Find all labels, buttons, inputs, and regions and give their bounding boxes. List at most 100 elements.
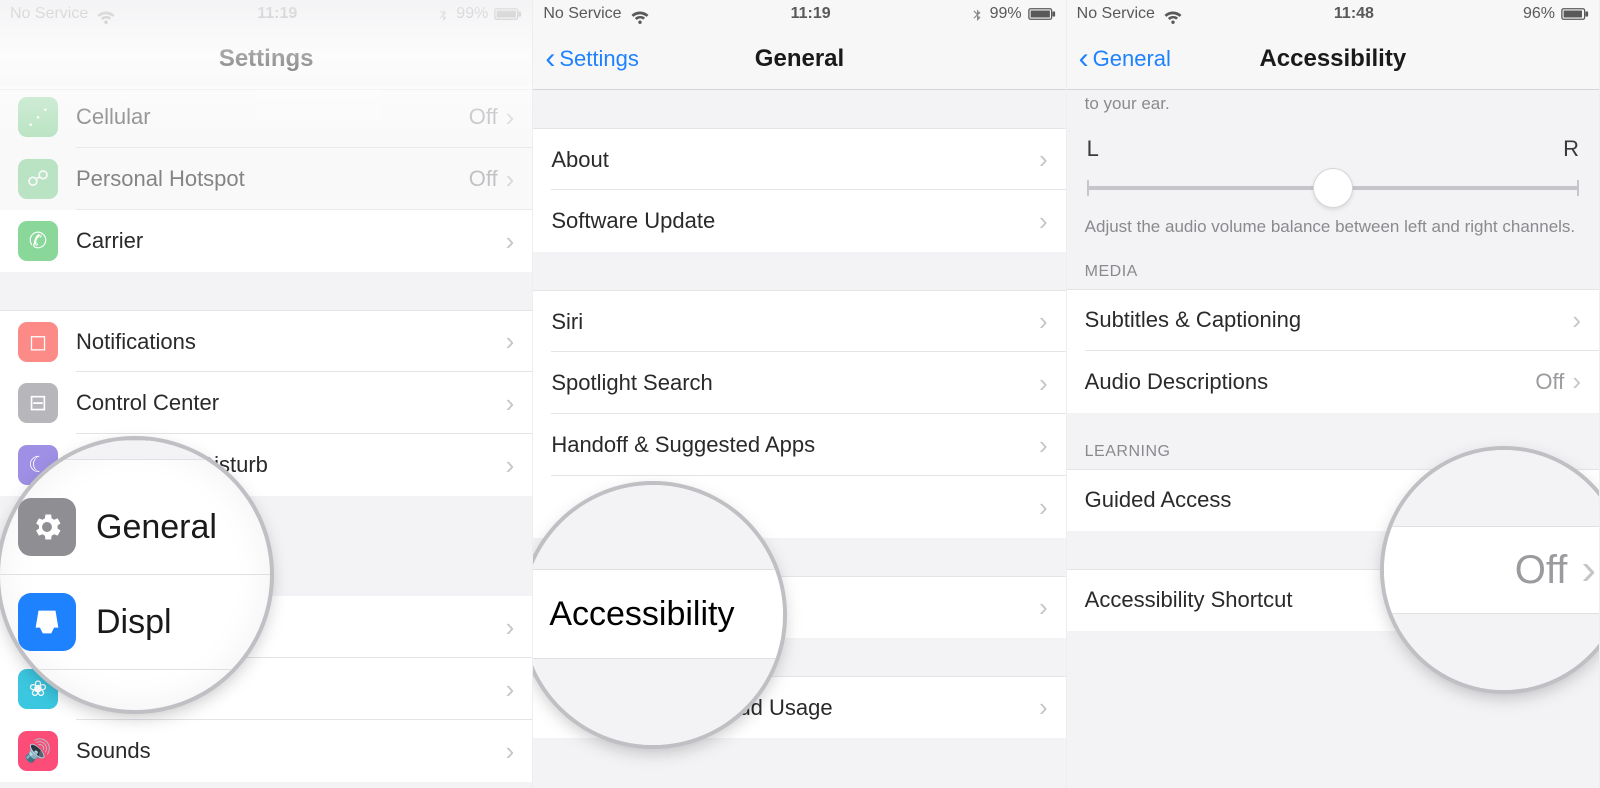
chevron-right-icon: › xyxy=(1572,366,1581,397)
row-label: Subtitles & Captioning xyxy=(1085,307,1573,333)
balance-footer: Adjust the audio volume balance between … xyxy=(1067,206,1599,245)
display-icon xyxy=(18,593,76,651)
chevron-right-icon: › xyxy=(1039,368,1048,399)
slider-track[interactable] xyxy=(1087,186,1579,190)
row-notifications[interactable]: ◻ Notifications › xyxy=(0,310,532,372)
row-value: Off xyxy=(469,104,498,130)
chevron-right-icon: › xyxy=(1039,592,1048,623)
mag-label: Accessibility xyxy=(549,595,734,634)
row-handoff[interactable]: Handoff & Suggested Apps › xyxy=(533,414,1065,476)
battery-icon xyxy=(1028,7,1056,21)
phone-icon: ✆ xyxy=(18,221,58,261)
chevron-right-icon: › xyxy=(506,326,515,357)
row-audio-descriptions[interactable]: Audio Descriptions Off › xyxy=(1067,351,1599,413)
status-bar: No Service 11:19 99% xyxy=(0,0,532,28)
chevron-right-icon: › xyxy=(506,674,515,705)
row-siri[interactable]: Siri › xyxy=(533,290,1065,352)
row-control-center[interactable]: ⊟ Control Center › xyxy=(0,372,532,434)
cellular-icon: ⋰ xyxy=(18,97,58,137)
chevron-right-icon: › xyxy=(506,388,515,419)
chevron-right-icon: › xyxy=(506,164,515,195)
row-subtitles-captioning[interactable]: Subtitles & Captioning › xyxy=(1067,289,1599,351)
cut-footer-text: to your ear. xyxy=(1067,90,1599,118)
chevron-right-icon: › xyxy=(1039,206,1048,237)
screen-settings: No Service 11:19 99% Settings ⋰ Cellular… xyxy=(0,0,533,788)
nav-bar: ‹ Settings General xyxy=(533,28,1065,90)
status-time: 11:48 xyxy=(1334,5,1374,23)
chevron-right-icon: › xyxy=(506,736,515,767)
sounds-icon: 🔊 xyxy=(18,731,58,771)
status-time: 11:19 xyxy=(257,5,297,23)
mag-row-accessibility: Accessibility xyxy=(533,569,783,659)
row-software-update[interactable]: Software Update › xyxy=(533,190,1065,252)
nav-title: General xyxy=(755,45,844,73)
nav-back-button[interactable]: ‹ Settings xyxy=(545,44,639,74)
nav-back-label: Settings xyxy=(559,46,639,72)
nav-title: Accessibility xyxy=(1259,45,1406,73)
nav-title: Settings xyxy=(219,45,314,73)
mag-value: Off xyxy=(1515,548,1568,593)
chevron-left-icon: ‹ xyxy=(1079,44,1089,74)
battery-text: 96% xyxy=(1523,5,1555,23)
chevron-right-icon: › xyxy=(1039,144,1048,175)
row-label: Notifications xyxy=(76,329,506,355)
magnifier-general: General Displ xyxy=(0,440,270,710)
row-spotlight-search[interactable]: Spotlight Search › xyxy=(533,352,1065,414)
carrier-text: No Service xyxy=(1077,5,1155,23)
chevron-right-icon: › xyxy=(1572,305,1581,336)
chevron-right-icon: › xyxy=(506,450,515,481)
carrier-text: No Service xyxy=(543,5,621,23)
row-label: Carrier xyxy=(76,228,506,254)
wifi-icon xyxy=(94,2,118,26)
chevron-right-icon: › xyxy=(506,226,515,257)
balance-left-label: L xyxy=(1087,136,1099,162)
control-center-icon: ⊟ xyxy=(18,383,58,423)
battery-icon xyxy=(1561,7,1589,21)
mag-label: General xyxy=(96,508,217,547)
battery-icon xyxy=(494,7,522,21)
row-label: Audio Descriptions xyxy=(1085,369,1536,395)
row-label: Spotlight Search xyxy=(551,370,1039,396)
chevron-right-icon: › xyxy=(1039,692,1048,723)
chevron-right-icon: › xyxy=(1581,545,1596,595)
chevron-right-icon: › xyxy=(1039,492,1048,523)
chevron-right-icon: › xyxy=(1039,430,1048,461)
row-personal-hotspot[interactable]: ☍ Personal Hotspot Off › xyxy=(0,148,532,210)
row-cellular[interactable]: ⋰ Cellular Off › xyxy=(0,86,532,148)
balance-right-label: R xyxy=(1563,136,1579,162)
mag-row-guided-off: Off › xyxy=(1384,526,1600,614)
battery-text: 99% xyxy=(456,5,488,23)
row-carrier[interactable]: ✆ Carrier › xyxy=(0,210,532,272)
battery-text: 99% xyxy=(990,5,1022,23)
status-time: 11:19 xyxy=(791,5,831,23)
row-label: Siri xyxy=(551,309,1039,335)
mag-label: Displ xyxy=(96,603,172,642)
row-label: Cellular xyxy=(76,104,469,130)
chevron-right-icon: › xyxy=(1039,306,1048,337)
audio-balance-slider[interactable]: L R xyxy=(1067,118,1599,206)
nav-back-button[interactable]: ‹ General xyxy=(1079,44,1171,74)
status-bar: No Service 11:19 99% xyxy=(533,0,1065,28)
nav-bar: Settings xyxy=(0,28,532,90)
hotspot-icon: ☍ xyxy=(18,159,58,199)
status-bar: No Service 11:48 96% xyxy=(1067,0,1599,28)
media-header: MEDIA xyxy=(1067,245,1599,289)
chevron-left-icon: ‹ xyxy=(545,44,555,74)
row-label: Sounds xyxy=(76,738,506,764)
row-about[interactable]: About › xyxy=(533,128,1065,190)
slider-thumb[interactable] xyxy=(1313,168,1353,208)
wifi-icon xyxy=(628,2,652,26)
chevron-right-icon: › xyxy=(506,612,515,643)
row-value: Off xyxy=(1535,369,1564,395)
row-label: Personal Hotspot xyxy=(76,166,469,192)
row-label: Control Center xyxy=(76,390,506,416)
nav-back-label: General xyxy=(1093,46,1171,72)
row-sounds[interactable]: 🔊 Sounds › xyxy=(0,720,532,782)
screen-general: No Service 11:19 99% ‹ Settings General … xyxy=(533,0,1066,788)
bluetooth-icon xyxy=(436,5,450,23)
nav-bar: ‹ General Accessibility xyxy=(1067,28,1599,90)
notifications-icon: ◻ xyxy=(18,322,58,362)
row-label: About xyxy=(551,147,1039,173)
magnifier-guided-access-off: Off › xyxy=(1384,450,1600,690)
carrier-text: No Service xyxy=(10,5,88,23)
